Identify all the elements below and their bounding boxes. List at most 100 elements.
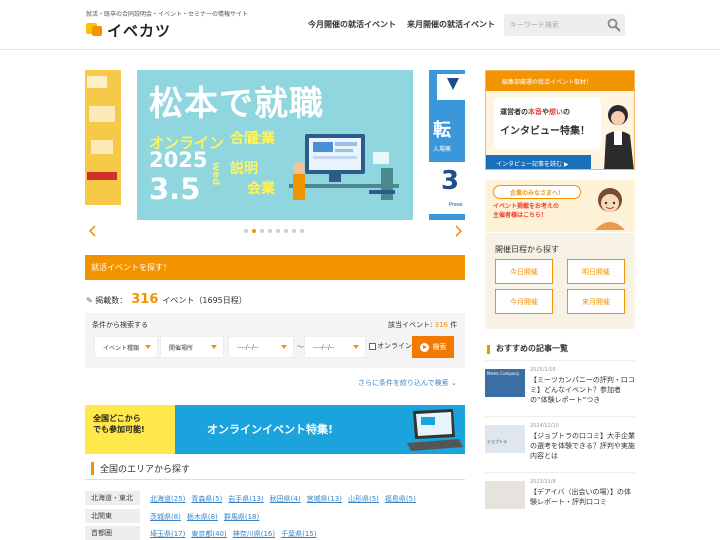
today-button[interactable]: 今日開催 — [495, 259, 553, 284]
slide-vertical-text: 合同 — [230, 131, 258, 147]
highlight-text: 想い — [549, 108, 563, 116]
article-thumbnail: ジョブトラ — [485, 425, 525, 453]
prefecture-link[interactable]: 宮城県(13) — [307, 494, 342, 504]
prefecture-link[interactable]: 神奈川県(16) — [233, 529, 275, 539]
woman-illustration-icon — [604, 105, 634, 169]
tomorrow-button[interactable]: 明日開催 — [567, 259, 625, 284]
region-label: 北関東 — [85, 509, 140, 524]
location-value: 開催場所 — [169, 344, 194, 352]
prefecture-link[interactable]: 東京都(40) — [191, 529, 226, 539]
region-label: 首都圏 — [85, 526, 140, 540]
online-checkbox[interactable]: オンライン — [369, 341, 412, 351]
slide-computer-illustration-icon — [289, 134, 399, 200]
carousel-dot[interactable] — [300, 229, 304, 233]
article-date: 2025/1/16 — [530, 367, 556, 373]
article-title[interactable]: 【ジョブトラの口コミ】大手企業の選考を体験できる？評判や実施内容とは — [530, 431, 636, 461]
slide-illustration-icon — [85, 76, 121, 220]
article-item[interactable]: Meets Company 2025/1/16 【ミーツカンパニーの評判・口コミ… — [485, 360, 635, 412]
article-date: 2023/11/8 — [530, 479, 556, 485]
event-count-row: ✎ 掲載数： 316 イベント（1695日程） — [86, 292, 247, 307]
laptop-icon — [407, 409, 463, 451]
region-label: 北海道・東北 — [85, 491, 140, 506]
prefecture-link[interactable]: 山形県(5) — [348, 494, 379, 504]
date-to-input[interactable]: ----/--/-- — [304, 336, 366, 358]
article-title[interactable]: 【デアイバ（出会いの場）】の体験レポート・評判口コミ — [530, 487, 636, 507]
carousel-dot[interactable] — [292, 229, 296, 233]
event-type-value: イベント種類 — [103, 344, 140, 352]
online-banner-left-text: 全国どこから でも参加可能! — [93, 413, 145, 435]
text: 運営者の — [500, 108, 528, 116]
article-date: 2024/12/10 — [530, 423, 559, 429]
carousel-slide-prev-peek[interactable] — [85, 70, 121, 220]
advanced-search-link[interactable]: さらに条件を絞り込んで検索 ⌄ — [358, 378, 457, 388]
count-suffix: イベント（1695日程） — [162, 296, 247, 305]
slide-date: 3.5 — [149, 172, 201, 206]
carousel-dot[interactable] — [252, 229, 256, 233]
article-title[interactable]: 【ミーツカンパニーの評判・口コミ】どんなイベント？参加者の“体験レポート”つき — [530, 375, 636, 405]
prefecture-link[interactable]: 福島県(5) — [385, 494, 416, 504]
prefecture-link[interactable]: 青森県(5) — [191, 494, 222, 504]
organizer-banner[interactable]: 企業のみなさまへ！ イベント掲載をお考えの 主催者様はこちら！ — [485, 180, 635, 232]
online-banner-line1: 全国どこから — [93, 414, 141, 423]
this-month-button[interactable]: 今月開催 — [495, 289, 553, 314]
filter-label: 条件から検索する — [92, 321, 148, 329]
carousel-dot[interactable] — [244, 229, 248, 233]
carousel-dot[interactable] — [260, 229, 264, 233]
date-to-value: ----/--/-- — [313, 343, 335, 351]
peek-small: Prese — [449, 202, 463, 208]
prefecture-link[interactable]: 栃木県(8) — [187, 512, 218, 522]
carousel-slide-main[interactable]: 松本で就職 オンライン 2025 3.5 wed 合同 企業 説明 会業 — [137, 70, 413, 220]
play-circle-icon — [419, 342, 429, 352]
carousel-next-icon[interactable] — [452, 224, 464, 238]
prefecture-links: 北海道(25) 青森県(5) 岩手県(13) 秋田県(4) 宮城県(13) 山形… — [150, 491, 416, 506]
hit-count-label: 該当イベント: 316 件 — [388, 320, 457, 330]
nav-this-month[interactable]: 今月開催の就活イベント — [308, 19, 396, 30]
date-from-input[interactable]: ----/--/-- — [228, 336, 294, 358]
prefecture-link[interactable]: 茨城県(8) — [150, 512, 181, 522]
slide-vertical-1: 合同 — [230, 131, 258, 147]
carousel-dot[interactable] — [284, 229, 288, 233]
nav-next-month[interactable]: 来月開催の就活イベント — [407, 19, 495, 30]
logo-icon[interactable] — [86, 22, 102, 36]
peek-subtext: 入場無 — [433, 146, 452, 153]
search-icon[interactable] — [607, 18, 621, 32]
slide-title: 松本で就職 — [149, 84, 324, 124]
logo-text[interactable]: イベカツ — [107, 20, 171, 41]
area-section-title: 全国のエリアから探す — [91, 462, 190, 475]
prefecture-link[interactable]: 群馬県(18) — [224, 512, 259, 522]
highlight-text: 本音 — [528, 108, 542, 116]
location-select[interactable]: 開催場所 — [160, 336, 224, 358]
article-item[interactable]: 2023/11/8 【デアイバ（出会いの場）】の体験レポート・評判口コミ — [485, 472, 635, 524]
carousel-prev-icon[interactable] — [87, 224, 99, 238]
prefecture-link[interactable]: 北海道(25) — [150, 494, 185, 504]
carousel-dot[interactable] — [268, 229, 272, 233]
search-section-title: 就活イベントを探す！ — [91, 263, 171, 272]
person-illustration-icon — [595, 188, 625, 230]
prefecture-link[interactable]: 千葉県(15) — [281, 529, 316, 539]
thumbnail-text: Meets Company — [487, 371, 520, 376]
prefecture-link[interactable]: 岩手県(13) — [228, 494, 263, 504]
search-button[interactable]: 検索 — [412, 336, 454, 358]
online-label: オンライン — [377, 342, 412, 350]
caret-down-icon — [145, 345, 151, 349]
article-item[interactable]: ジョブトラ 2024/12/10 【ジョブトラの口コミ】大手企業の選考を体験でき… — [485, 416, 635, 468]
event-count: 316 — [131, 292, 159, 307]
peek-text: 転 — [433, 120, 451, 141]
organizer-line2: 主催者様はこちら！ — [493, 211, 548, 219]
slide-weekday: wed — [210, 162, 221, 186]
carousel-dot[interactable] — [276, 229, 280, 233]
prefecture-links: 茨城県(8) 栃木県(8) 群馬県(18) — [150, 509, 259, 524]
interview-feature-banner[interactable]: 編集部厳選の就活イベント取材！ 運営者の本音や想いの インタビュー特集！ インタ… — [485, 70, 635, 170]
article-thumbnail — [485, 481, 525, 509]
prefecture-link[interactable]: 秋田県(4) — [270, 494, 301, 504]
schedule-title: 開催日程から探す — [495, 245, 559, 254]
event-type-select[interactable]: イベント種類 — [94, 336, 158, 358]
prefecture-link[interactable]: 埼玉県(17) — [150, 529, 185, 539]
next-month-button[interactable]: 来月開催 — [567, 289, 625, 314]
interview-read-button[interactable]: インタビュー記事を読む ▶ — [486, 155, 591, 169]
carousel-slide-next-peek[interactable]: 転 入場無 3 Prese — [429, 70, 465, 220]
count-prefix: 掲載数： — [95, 296, 128, 305]
prefecture-links: 埼玉県(17) 東京都(40) 神奈川県(16) 千葉県(15) — [150, 526, 317, 540]
checkbox-box[interactable] — [369, 342, 376, 350]
online-event-banner[interactable]: 全国どこから でも参加可能! オンラインイベント特集! — [85, 405, 465, 454]
